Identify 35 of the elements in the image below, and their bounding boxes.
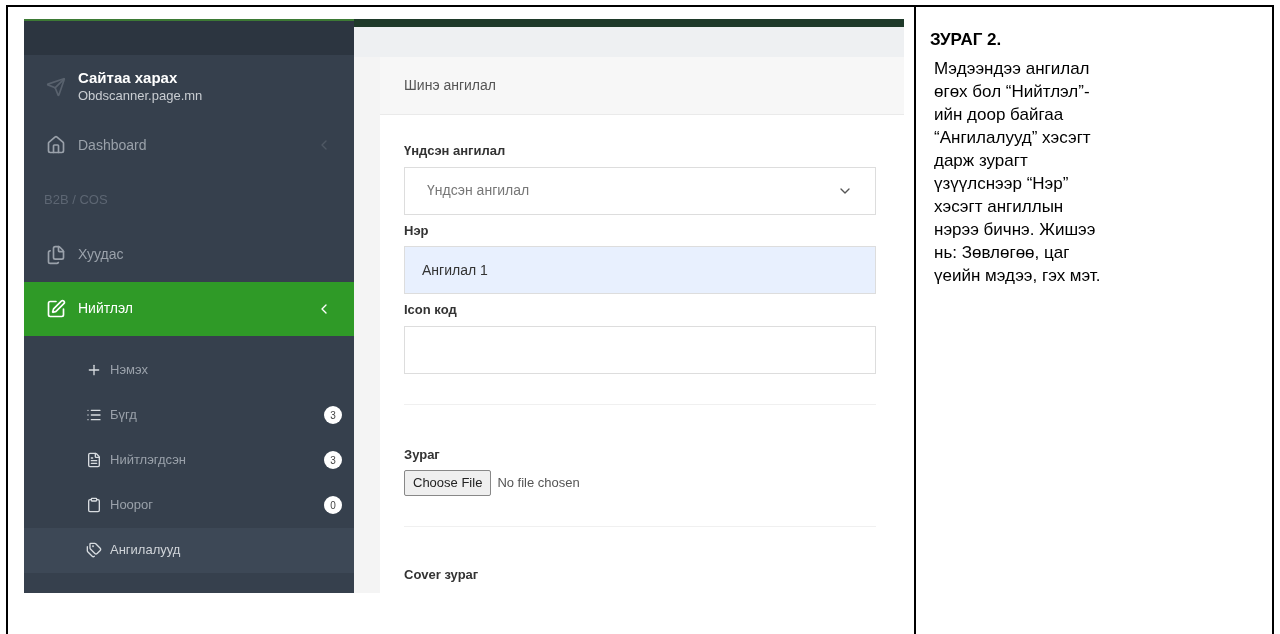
clipboard-icon <box>86 497 102 513</box>
card-title: Шинэ ангилал <box>404 76 496 95</box>
field-label: Cover зураг <box>404 565 480 584</box>
select-field[interactable]: Үндсэн ангилал <box>404 166 876 215</box>
list-icon <box>86 407 102 423</box>
count-badge: 0 <box>324 496 342 514</box>
field-label: Icon код <box>404 301 458 319</box>
field-label: Нэр <box>404 221 430 240</box>
field-label: Зураг <box>404 445 441 464</box>
nav-item[interactable]: Хуудас <box>24 227 354 282</box>
site-url[interactable]: Obdscanner.page.mn <box>78 87 203 104</box>
figure-caption: Мэдээндээ ангилал өгөх бол “Нийтлэл”-ийн доор байгаа “Ангилалууд” хэсэгт дарж зурагт үзүүлснээр “Нэр” хэсэгт ангиллын нэрээ бичнэ. Жишээ нь: Зөвлөгөө, цаг үеийн мэдээ, гэх мэт. <box>933 57 1102 287</box>
edit-icon <box>46 298 66 319</box>
pages-icon <box>46 244 66 265</box>
field-label: Үндсэн ангилал <box>404 142 507 160</box>
file-status: No file chosen <box>497 474 580 492</box>
count-badge: 3 <box>324 406 342 424</box>
send-icon <box>46 76 66 97</box>
site-title[interactable]: Сайтаа харах <box>78 69 203 88</box>
tag-icon <box>86 542 102 558</box>
nav-item[interactable]: Dashboard <box>24 118 354 172</box>
figure-title: ЗУРАГ 2. <box>930 29 1003 51</box>
text-field[interactable]: Ангилал 1 <box>404 246 876 294</box>
document-icon <box>86 452 102 468</box>
choose-file-button[interactable]: Choose File <box>404 470 492 496</box>
count-badge: 3 <box>324 451 342 469</box>
home-icon <box>46 135 66 155</box>
submenu-item[interactable]: Бүгд 3 <box>24 392 354 438</box>
submenu-item[interactable]: Ангилалууд <box>24 527 354 573</box>
submenu-item[interactable]: Нийтлэгдсэн 3 <box>24 437 354 483</box>
submenu-item[interactable]: Ноорог 0 <box>24 482 354 528</box>
submenu-item[interactable]: Нэмэх <box>24 347 354 393</box>
text-field[interactable] <box>404 325 876 374</box>
nav-item[interactable]: Нийтлэл <box>24 281 354 336</box>
plus-icon <box>86 362 102 378</box>
